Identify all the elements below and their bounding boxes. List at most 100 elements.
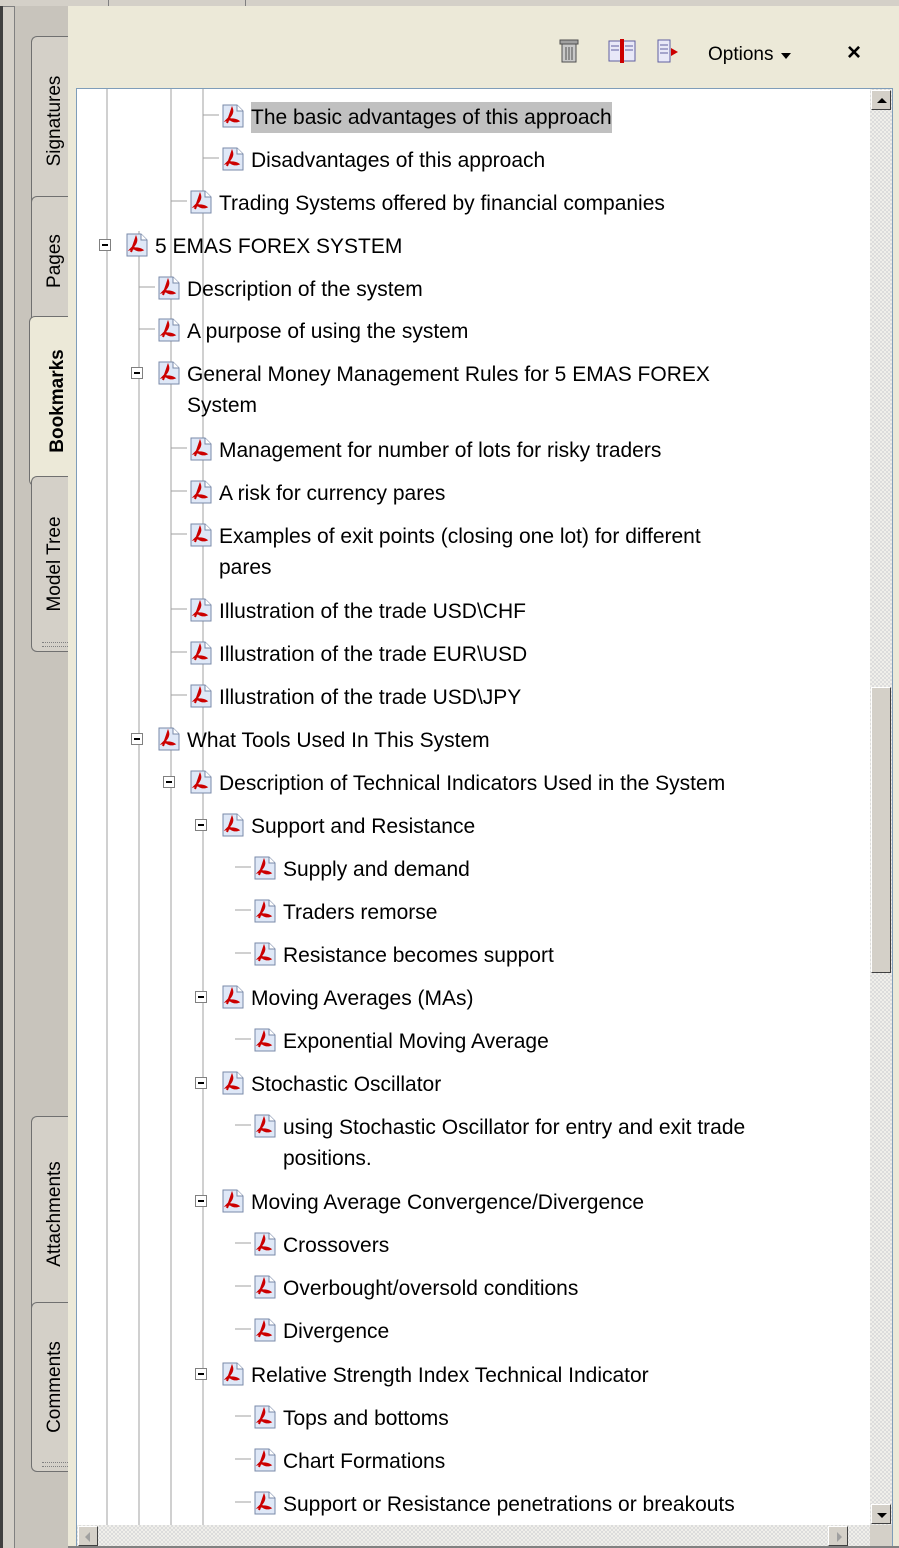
close-button[interactable]: × <box>841 38 867 68</box>
bookmark-label: General Money Management Rules for 5 EMA… <box>187 363 710 386</box>
bookmark-label: Relative Strength Index Technical Indica… <box>251 1364 649 1387</box>
pdf-bookmark-icon <box>189 641 213 665</box>
window-left-border <box>0 6 3 1548</box>
bookmark-label-continued: System <box>187 394 258 417</box>
bookmark-item[interactable]: Illustration of the trade USD\CHF <box>77 593 867 633</box>
bookmark-label: Illustration of the trade USD\CHF <box>219 600 526 623</box>
pdf-bookmark-icon <box>189 523 213 547</box>
pdf-bookmark-icon <box>253 942 277 966</box>
pdf-bookmark-icon <box>221 813 245 837</box>
bookmark-item[interactable]: Management for number of lots for risky … <box>77 432 867 472</box>
bookmark-item[interactable]: Divergence <box>77 1313 867 1353</box>
tab-model-tree-label: Model Tree <box>43 516 65 612</box>
bookmark-label: Management for number of lots for risky … <box>219 439 662 462</box>
pdf-bookmark-icon <box>157 361 181 385</box>
bookmark-label: Divergence <box>283 1320 390 1343</box>
bookmark-item[interactable]: A risk for currency pares <box>77 475 867 515</box>
bookmark-item[interactable]: The basic advantages of this approach <box>77 99 867 139</box>
trash-icon[interactable] <box>558 38 580 64</box>
bookmark-item[interactable]: Overbought/oversold conditions <box>77 1270 867 1310</box>
pdf-bookmark-icon <box>221 1189 245 1213</box>
bookmark-item[interactable]: Crossovers <box>77 1227 867 1267</box>
bookmark-item[interactable]: Illustration of the trade USD\JPY <box>77 679 867 719</box>
bookmark-item[interactable]: General Money Management Rules for 5 EMA… <box>77 356 867 417</box>
pdf-bookmark-icon <box>221 985 245 1009</box>
bookmark-label: Support and Resistance <box>251 815 476 838</box>
vertical-scrollbar[interactable] <box>870 89 892 1525</box>
collapse-toggle-icon[interactable] <box>131 367 143 379</box>
bookmark-item[interactable]: Chart Formations <box>77 1443 867 1483</box>
bookmark-label: Examples of exit points (closing one lot… <box>219 525 701 548</box>
bookmark-item[interactable]: Illustration of the trade EUR\USD <box>77 636 867 676</box>
pdf-bookmark-icon <box>157 318 181 342</box>
collapse-toggle-icon[interactable] <box>195 1368 207 1380</box>
collapse-toggle-icon[interactable] <box>99 239 111 251</box>
pdf-bookmark-icon <box>253 1275 277 1299</box>
pdf-bookmark-icon <box>189 190 213 214</box>
bookmarks-window: Signatures Pages Bookmarks Model Tree At… <box>0 0 899 1548</box>
bookmark-item[interactable]: 5 EMAS FOREX SYSTEM <box>77 228 867 268</box>
scroll-left-button[interactable] <box>78 1526 98 1546</box>
pdf-bookmark-icon <box>253 1448 277 1472</box>
bookmark-label: Support or Resistance penetrations or br… <box>283 1493 735 1516</box>
pdf-bookmark-icon <box>253 1232 277 1256</box>
bookmark-item[interactable]: Moving Averages (MAs) <box>77 980 867 1020</box>
pdf-bookmark-icon <box>157 727 181 751</box>
pdf-bookmark-icon <box>189 684 213 708</box>
bookmarks-toolbar: Options × <box>68 24 899 82</box>
scroll-down-button[interactable] <box>871 1504 891 1524</box>
tab-attachments-label: Attachments <box>43 1161 65 1267</box>
bookmark-label: Resistance becomes support <box>283 944 554 967</box>
pdf-bookmark-icon <box>253 1318 277 1342</box>
bookmark-item[interactable]: Disadvantages of this approach <box>77 142 867 182</box>
new-bookmark-icon[interactable] <box>608 38 636 64</box>
bookmark-item[interactable]: using Stochastic Oscillator for entry an… <box>77 1109 867 1170</box>
navigation-tab-strip: Signatures Pages Bookmarks Model Tree At… <box>14 6 85 1548</box>
bookmark-item[interactable]: Tops and bottoms <box>77 1400 867 1440</box>
bookmark-label: Chart Formations <box>283 1450 446 1473</box>
bookmark-item[interactable]: Traders remorse <box>77 894 867 934</box>
pdf-bookmark-icon <box>253 1114 277 1138</box>
bookmark-item[interactable]: Support and Resistance <box>77 808 867 848</box>
bookmark-item[interactable]: Support or Resistance penetrations or br… <box>77 1486 867 1526</box>
collapse-toggle-icon[interactable] <box>195 819 207 831</box>
horizontal-scrollbar[interactable] <box>77 1525 871 1547</box>
bookmark-label: Trading Systems offered by financial com… <box>219 192 665 215</box>
collapse-toggle-icon[interactable] <box>195 991 207 1003</box>
pdf-bookmark-icon <box>157 276 181 300</box>
bookmarks-tree[interactable]: The basic advantages of this approach Dis… <box>76 88 893 1548</box>
scroll-thumb[interactable] <box>871 687 891 973</box>
bookmark-item[interactable]: Relative Strength Index Technical Indica… <box>77 1357 867 1397</box>
bookmark-item[interactable]: A purpose of using the system <box>77 313 867 353</box>
collapse-toggle-icon[interactable] <box>163 776 175 788</box>
chevron-down-icon <box>781 53 792 59</box>
scroll-up-button[interactable] <box>871 90 891 110</box>
bookmark-item[interactable]: Description of the system <box>77 271 867 311</box>
options-button[interactable]: Options <box>708 42 792 68</box>
bookmark-item[interactable]: What Tools Used In This System <box>77 722 867 762</box>
bookmark-item[interactable]: Moving Average Convergence/Divergence <box>77 1184 867 1224</box>
bookmark-item[interactable]: Description of Technical Indicators Used… <box>77 765 867 805</box>
bookmark-item[interactable]: Trading Systems offered by financial com… <box>77 185 867 225</box>
collapse-toggle-icon[interactable] <box>195 1195 207 1207</box>
bookmarks-panel: Options × The basic advantages of this a… <box>68 6 899 1548</box>
collapse-toggle-icon[interactable] <box>131 733 143 745</box>
pdf-bookmark-icon <box>253 1028 277 1052</box>
pdf-bookmark-icon <box>189 437 213 461</box>
pdf-bookmark-icon <box>221 1362 245 1386</box>
collapse-toggle-icon[interactable] <box>195 1077 207 1089</box>
bookmark-item[interactable]: Supply and demand <box>77 851 867 891</box>
tab-bookmarks-label: Bookmarks <box>46 349 68 453</box>
bookmark-label: A purpose of using the system <box>187 320 469 343</box>
expand-bookmark-icon[interactable] <box>656 38 682 64</box>
scroll-right-button[interactable] <box>828 1526 848 1546</box>
tab-signatures-label: Signatures <box>43 75 65 167</box>
bookmark-item[interactable]: Stochastic Oscillator <box>77 1066 867 1106</box>
pdf-bookmark-icon <box>189 480 213 504</box>
pdf-bookmark-icon <box>253 899 277 923</box>
bookmark-label: Tops and bottoms <box>283 1407 449 1430</box>
bookmark-item[interactable]: Resistance becomes support <box>77 937 867 977</box>
bookmark-item[interactable]: Examples of exit points (closing one lot… <box>77 518 867 579</box>
pdf-bookmark-icon <box>253 1491 277 1515</box>
bookmark-item[interactable]: Exponential Moving Average <box>77 1023 867 1063</box>
